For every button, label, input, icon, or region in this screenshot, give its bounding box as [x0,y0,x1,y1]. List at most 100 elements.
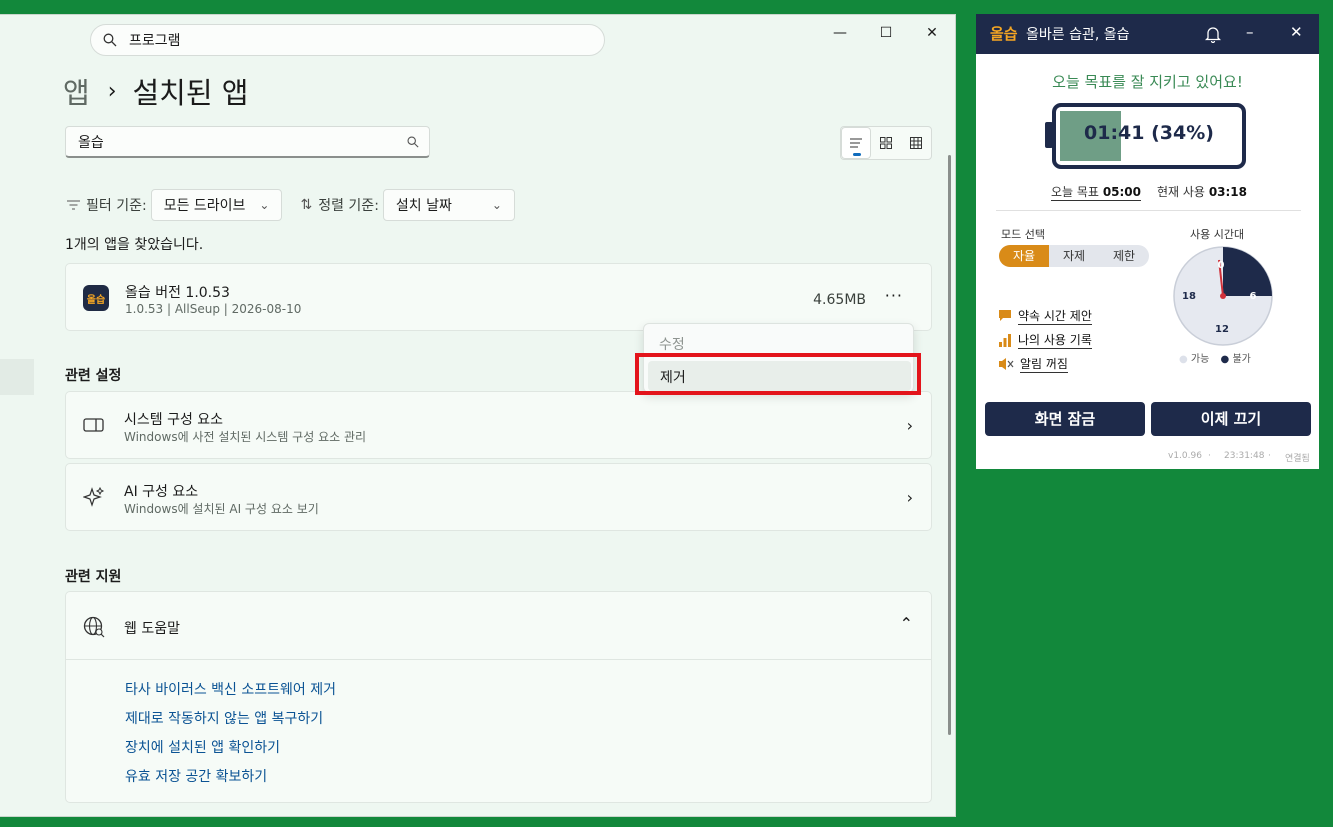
app-logo: 올습 [990,25,1018,43]
breadcrumb-chevron-icon: › [107,78,117,104]
turn-off-button[interactable]: 이제 끄기 [1151,402,1311,436]
menu-label: 나의 사용 기록 [1018,333,1092,349]
clock-tick-12: 12 [1215,324,1229,335]
current-use-value: 03:18 [1208,185,1248,199]
legend-blocked: 불가 [1232,354,1251,365]
view-toggle [840,126,932,160]
lock-screen-button[interactable]: 화면 잠금 [985,402,1145,436]
search-icon [103,33,117,47]
goal-message: 오늘 목표를 잘 지키고 있어요! [1052,73,1243,91]
bar-chart-icon [999,334,1011,347]
connection-status: 연결됨 [1285,454,1310,464]
footer-separator: · [1208,451,1211,461]
chevron-down-icon: ⌄ [259,198,270,212]
chat-bubble-icon [999,310,1011,321]
sort-dropdown[interactable]: 설치 날짜 ⌄ [382,189,515,221]
scrollbar[interactable] [948,155,951,735]
minimize-button[interactable]: — [825,25,855,41]
speaker-muted-icon [999,358,1014,370]
bell-icon[interactable] [1205,25,1221,43]
chevron-right-icon: › [906,416,913,435]
filter-sort-bar: 필터 기준: 모든 드라이브 ⌄ ⇅ 정렬 기준: 설치 날짜 ⌄ [67,189,515,221]
menu-label: 알림 꺼짐 [1020,357,1068,373]
breadcrumb-apps[interactable]: 앱 [63,70,90,112]
battery-text: 01:41 (34%) [1084,122,1214,144]
settings-search-value: 프로그램 [129,33,181,49]
chevron-up-icon[interactable]: ⌃ [900,614,913,633]
web-help-title[interactable]: 웹 도움말 [124,618,180,638]
help-link-free-space[interactable]: 유효 저장 공간 확보하기 [125,766,267,786]
help-link-repair[interactable]: 제대로 작동하지 않는 앱 복구하기 [125,708,323,728]
app-title: 올바른 습관, 올습 [1026,27,1130,43]
maximize-button[interactable]: ☐ [871,25,901,41]
page-title: 앱 › 설치된 앱 [63,70,248,112]
row-title: 시스템 구성 요소 [124,412,224,428]
filter-label: 필터 기준: [86,198,147,214]
system-components-row[interactable]: 시스템 구성 요소 Windows에 사전 설치된 시스템 구성 요소 관리 › [65,391,932,459]
app-search-value: 올습 [78,134,104,151]
grid-view-button[interactable] [901,127,931,159]
menu-label: 약속 시간 제안 [1018,309,1092,325]
clock-center [1220,293,1226,299]
menu-usage-history[interactable]: 나의 사용 기록 [998,331,1092,349]
related-support-heading: 관련 지원 [65,569,122,585]
row-subtitle: Windows에 사전 설치된 시스템 구성 요소 관리 [124,430,367,444]
mode-option-auto[interactable]: 자율 [999,245,1049,267]
highlight-box [635,353,921,395]
clock-tick-0: 0 [1218,260,1225,271]
version-text: v1.0.96 [1168,451,1202,461]
app-icon: 올습 [83,285,109,311]
available-dot-icon: ● [1179,354,1188,365]
system-component-icon [83,418,104,432]
tile-view-button[interactable] [871,127,901,159]
filter-dropdown[interactable]: 모든 드라이브 ⌄ [150,189,283,221]
clock-tick-6: 6 [1250,291,1257,302]
more-options-button[interactable]: ··· [885,286,903,305]
clock-legend: ● 가능 ● 불가 [1179,350,1251,365]
app-search-input[interactable]: 올습 [65,126,430,158]
divider [66,659,931,660]
blocked-dot-icon: ● [1220,354,1230,365]
sparkle-icon [83,487,105,507]
today-goal-value: 05:00 [1102,185,1142,199]
filter-value: 모든 드라이브 [163,198,246,214]
footer-separator: · [1268,451,1271,461]
help-link-antivirus[interactable]: 타사 바이러스 백신 소프트웨어 제거 [125,679,336,699]
usage-battery: 01:41 (34%) [1052,103,1246,169]
filter-icon [67,200,80,210]
app-name: 올습 버전 1.0.53 [125,285,230,301]
breadcrumb-installed-apps: 설치된 앱 [132,76,249,110]
menu-promise-time[interactable]: 약속 시간 제안 [998,307,1092,325]
clock-tick-18: 18 [1182,291,1196,302]
mode-option-restrain[interactable]: 자제 [1049,245,1099,267]
usage-clock[interactable]: 0 6 12 18 [1171,244,1275,348]
today-goal-label: 오늘 목표 [1051,185,1099,199]
results-count: 1개의 앱을 찾았습니다. [65,237,204,253]
ai-components-row[interactable]: AI 구성 요소 Windows에 설치된 AI 구성 요소 보기 › [65,463,932,531]
chevron-right-icon: › [906,488,913,507]
mode-option-limit[interactable]: 제한 [1099,245,1149,267]
menu-item-modify: 수정 [659,337,685,353]
current-use-label: 현재 사용 [1157,185,1205,199]
minimize-button[interactable]: – [1246,23,1254,41]
nav-selected-stub[interactable] [0,359,34,395]
sort-icon: ⇅ [300,197,313,213]
row-title: AI 구성 요소 [124,484,199,500]
globe-icon [83,616,105,638]
grid-icon [910,137,922,149]
list-view-button[interactable] [841,127,871,159]
row-subtitle: Windows에 설치된 AI 구성 요소 보기 [124,502,319,516]
related-settings-heading: 관련 설정 [65,368,122,384]
sort-label: 정렬 기준: [318,198,379,214]
close-button[interactable]: ✕ [1290,23,1303,41]
help-link-check-apps[interactable]: 장치에 설치된 앱 확인하기 [125,737,280,757]
app-meta: 1.0.53 | AllSeup | 2026-08-10 [125,302,302,316]
settings-search-box[interactable]: 프로그램 [90,24,605,56]
current-use: 현재 사용 03:18 [1157,183,1247,200]
close-button[interactable]: ✕ [917,25,947,41]
clock-time: 23:31:48 [1224,451,1265,461]
chevron-down-icon: ⌄ [491,198,502,212]
menu-notifications-off[interactable]: 알림 꺼짐 [998,355,1068,373]
today-goal[interactable]: 오늘 목표 05:00 [1051,183,1142,201]
divider [996,210,1301,211]
